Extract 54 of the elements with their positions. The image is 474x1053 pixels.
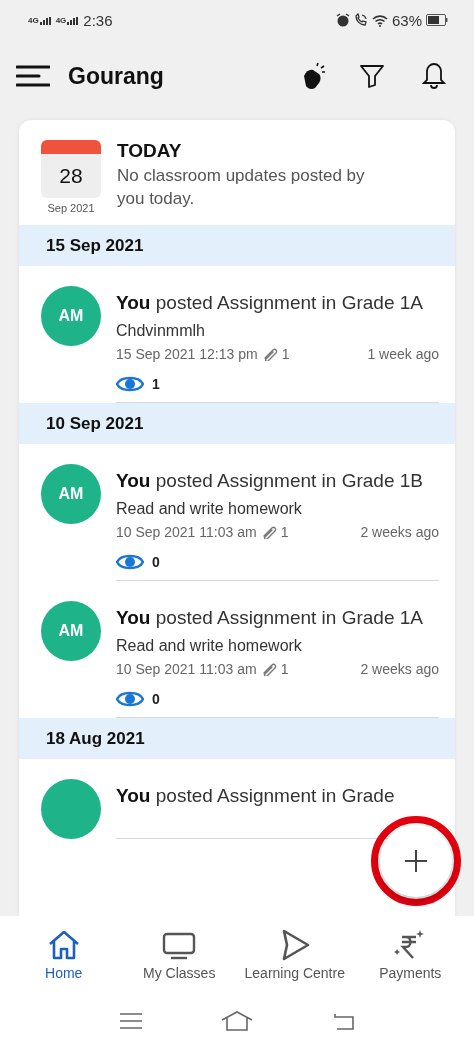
view-count: 0 [152,691,160,707]
back-icon[interactable] [331,1011,355,1030]
avatar: AM [41,286,101,346]
today-message: No classroom updates posted by you today. [117,165,366,210]
post-headline: You posted Assignment in Grade 1B [116,469,424,493]
wifi-call-icon [353,13,368,27]
eye-icon [116,376,144,392]
post-description: Read and write homework [116,637,303,655]
battery-icon [426,14,448,26]
alarm-clock-icon [335,13,350,27]
wifi-icon [371,13,388,27]
today-title: TODAY [117,140,183,162]
post-age: 2 weeks ago [360,661,439,677]
view-count: 0 [152,554,160,570]
nav-tab[interactable]: Home [6,916,122,994]
avatar: AM [41,464,101,524]
filter-icon[interactable] [360,64,384,88]
date-header: 10 Sep 2021 [19,403,455,444]
bell-icon[interactable] [422,62,446,90]
menu-icon[interactable] [16,65,50,87]
nav-tab[interactable]: Payments [352,916,468,994]
eye-icon [116,691,144,707]
post-headline: You posted Assignment in Grade 1A [116,291,424,315]
nav-tab[interactable]: Learning Centre [237,916,353,994]
post-headline: You posted Assignment in Grade [116,784,396,808]
post-timestamp: 10 Sep 2021 11:03 am [116,524,257,540]
post-timestamp: 10 Sep 2021 11:03 am [116,661,257,677]
plus-icon [404,849,428,873]
attachment-count: 1 [281,346,290,362]
clock-time: 2:36 [83,11,113,29]
calendar-day: 28 [41,154,101,198]
home-icon[interactable] [221,1010,253,1031]
signal-icon [39,16,52,25]
network-label: 4G [28,15,39,25]
date-header: 15 Sep 2021 [19,225,455,266]
post-description: Chdvinmmlh [116,322,206,340]
view-count: 1 [152,376,160,392]
app-title: Gourang [68,62,165,90]
avatar [41,779,101,839]
post-age: 2 weeks ago [360,524,439,540]
attachment-count: 1 [280,524,289,540]
post-headline: You posted Assignment in Grade 1A [116,606,424,630]
eye-icon [116,554,144,570]
post-age: 1 week ago [367,346,439,362]
calendar-month: Sep 2021 [47,202,95,214]
signal-icon [67,16,80,25]
date-header: 18 Aug 2021 [19,718,455,759]
nav-tab[interactable]: My Classes [121,916,237,994]
attachment-count: 1 [280,661,289,677]
avatar: AM [41,601,101,661]
post-description: Read and write homework [116,500,303,518]
network-label: 4G [55,15,67,25]
battery-percent: 63% [391,11,422,29]
post-timestamp: 15 Sep 2021 12:13 pm [116,346,258,362]
